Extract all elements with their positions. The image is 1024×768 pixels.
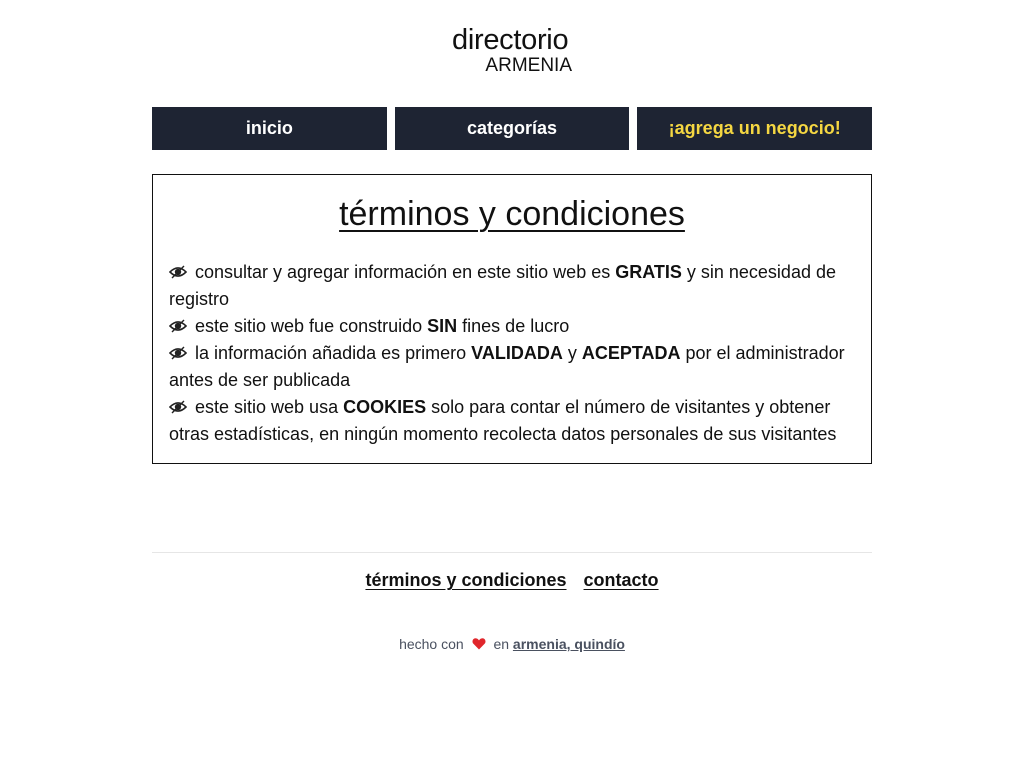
eye-icon: [169, 265, 187, 279]
term-bold: VALIDADA: [471, 343, 563, 363]
term-text: la información añadida es primero: [195, 343, 472, 363]
term-item-validated: la información añadida es primero VALIDA…: [169, 340, 859, 394]
nav-categories-button[interactable]: categorías: [394, 107, 630, 150]
terms-card: términos y condiciones consultar y agreg…: [152, 174, 872, 464]
term-bold: COOKIES: [343, 397, 427, 417]
term-text: fines de lucro: [457, 316, 570, 336]
eye-icon: [169, 346, 187, 360]
term-bold: ACEPTADA: [581, 343, 681, 363]
logo-subtitle: ARMENIA: [485, 55, 572, 76]
page-title: términos y condiciones: [339, 195, 685, 233]
footer-links: términos y condiciones contacto: [0, 570, 1024, 591]
footer-divider: [152, 552, 872, 553]
site-logo[interactable]: directorio ARMENIA: [452, 24, 572, 76]
term-text: y: [562, 343, 582, 363]
location-link[interactable]: armenia, quindío: [513, 636, 625, 652]
footer-contact-link[interactable]: contacto: [584, 570, 659, 590]
eye-icon: [169, 400, 187, 414]
term-bold: GRATIS: [615, 262, 682, 282]
term-bold: SIN: [427, 316, 458, 336]
term-item-cookies: este sitio web usa COOKIES solo para con…: [169, 394, 859, 448]
term-item-nonprofit: este sitio web fue construido SIN fines …: [169, 313, 859, 340]
term-text: consultar y agregar información en este …: [195, 262, 616, 282]
heart-icon: [472, 638, 486, 650]
eye-icon: [169, 319, 187, 333]
made-with-love: hecho con en armenia, quindío: [0, 636, 1024, 652]
term-text: este sitio web fue construido: [195, 316, 428, 336]
nav-home-button[interactable]: inicio: [152, 107, 387, 150]
term-item-free: consultar y agregar información en este …: [169, 259, 859, 313]
footer-terms-link[interactable]: términos y condiciones: [365, 570, 566, 590]
main-nav: inicio categorías ¡agrega un negocio!: [152, 107, 873, 150]
logo-title: directorio: [452, 24, 569, 56]
terms-list: consultar y agregar información en este …: [169, 259, 859, 448]
nav-add-business-button[interactable]: ¡agrega un negocio!: [637, 107, 873, 150]
term-text: este sitio web usa: [195, 397, 344, 417]
made-middle: en: [493, 636, 510, 652]
made-prefix: hecho con: [399, 636, 464, 652]
